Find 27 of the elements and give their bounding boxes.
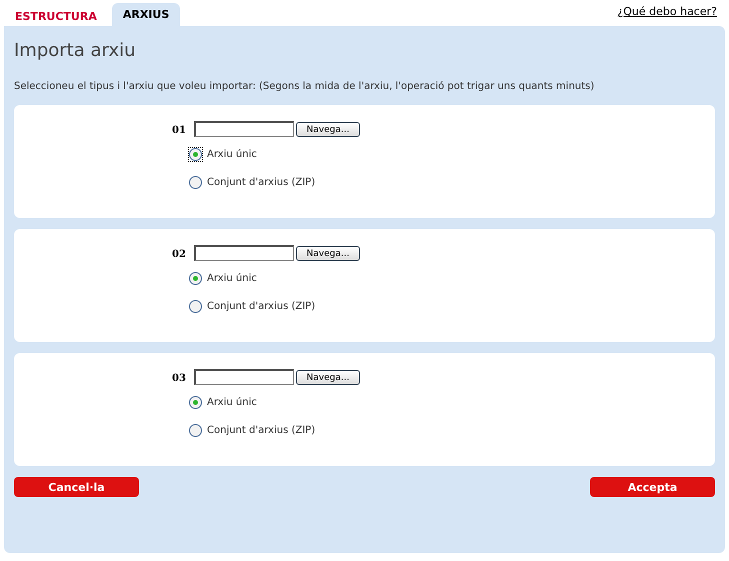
tab[interactable]: ARXIUS (112, 3, 180, 26)
accept-button[interactable]: Accepta (590, 477, 715, 497)
help-link[interactable]: ¿Qué debo hacer? (617, 5, 717, 18)
radio-label: Conjunt d'arxius (ZIP) (207, 177, 316, 188)
tab[interactable]: ESTRUCTURA (4, 6, 108, 26)
radio-button[interactable] (189, 300, 202, 313)
file-input-field[interactable] (194, 121, 294, 137)
radio-label: Arxiu únic (207, 149, 257, 160)
browse-button[interactable]: Navega... (296, 370, 360, 385)
radio-label: Conjunt d'arxius (ZIP) (207, 301, 316, 312)
radio-button[interactable] (189, 396, 202, 409)
instructions-text: Seleccioneu el tipus i l'arxiu que voleu importar: (Segons la mida de l'arxiu, l'operació pot trigar uns quants minuts) (14, 81, 596, 92)
radio-button[interactable] (189, 176, 202, 189)
radio-button[interactable] (189, 272, 202, 285)
file-number: 03 (172, 373, 187, 384)
radio-label: Conjunt d'arxius (ZIP) (207, 425, 316, 436)
file-input-field[interactable] (194, 369, 294, 385)
file-input-field[interactable] (194, 245, 294, 261)
page-title: Importa arxiu (14, 40, 136, 61)
radio-button[interactable] (189, 424, 202, 437)
browse-button[interactable]: Navega... (296, 246, 360, 261)
radio-label: Arxiu únic (207, 397, 257, 408)
file-number: 02 (172, 249, 187, 260)
radio-label: Arxiu únic (207, 273, 257, 284)
browse-button[interactable]: Navega... (296, 122, 360, 137)
cancel-button[interactable]: Cancel·la (14, 477, 139, 497)
file-number: 01 (172, 125, 187, 136)
